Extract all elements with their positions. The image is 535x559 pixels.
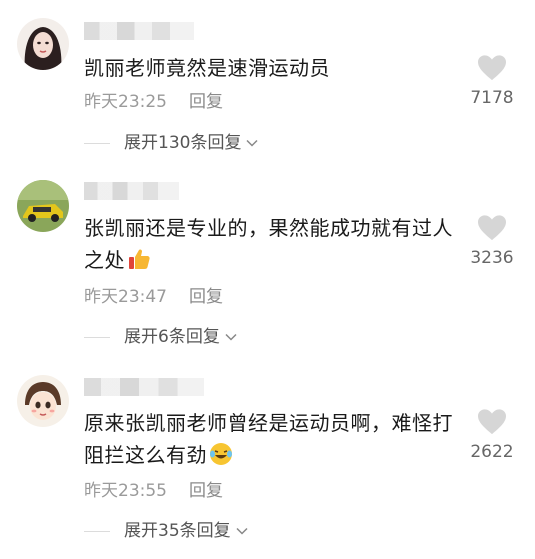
username-blurred[interactable] <box>84 378 204 396</box>
avatar[interactable] <box>17 180 69 232</box>
divider <box>84 336 110 338</box>
divider <box>84 142 110 144</box>
like-count: 7178 <box>470 88 514 108</box>
comment-time: 昨天23:55 <box>84 481 167 501</box>
comment-text: 原来张凯丽老师曾经是运动员啊，难怪打阻拦这么有劲 <box>84 407 464 471</box>
expand-replies-label: 展开6条回复 <box>124 327 220 347</box>
reply-button[interactable]: 回复 <box>189 92 223 112</box>
avatar[interactable] <box>17 18 69 70</box>
expand-replies-label: 展开130条回复 <box>124 133 242 153</box>
heart-icon <box>478 215 506 241</box>
reply-button[interactable]: 回复 <box>189 287 223 307</box>
comment-meta: 昨天23:47 回复 <box>84 287 223 307</box>
heart-icon <box>478 409 506 435</box>
reply-button[interactable]: 回复 <box>189 481 223 501</box>
comment-time: 昨天23:25 <box>84 92 167 112</box>
like-button[interactable]: 7178 <box>467 54 517 108</box>
avatar[interactable] <box>17 375 69 427</box>
expand-replies-label: 展开35条回复 <box>124 521 231 541</box>
heart-icon <box>478 55 506 81</box>
like-count: 2622 <box>470 442 514 462</box>
chevron-down-icon <box>236 527 248 535</box>
expand-replies-button[interactable]: 展开130条回复 <box>84 133 259 153</box>
laughing-tears-icon <box>210 443 232 465</box>
comment-text: 张凯丽还是专业的，果然能成功就有过人之处 <box>84 212 464 276</box>
expand-replies-button[interactable]: 展开6条回复 <box>84 327 238 347</box>
expand-replies-button[interactable]: 展开35条回复 <box>84 521 249 541</box>
comment-text: 凯丽老师竟然是速滑运动员 <box>84 56 330 80</box>
thumbs-up-icon <box>129 249 150 269</box>
like-count: 3236 <box>470 248 514 268</box>
chevron-down-icon <box>246 139 258 147</box>
like-button[interactable]: 2622 <box>467 408 517 462</box>
comment-text-content: 原来张凯丽老师曾经是运动员啊，难怪打阻拦这么有劲 <box>84 411 453 467</box>
comment-time: 昨天23:47 <box>84 287 167 307</box>
chevron-down-icon <box>225 333 237 341</box>
comment-meta: 昨天23:25 回复 <box>84 92 223 112</box>
comment-meta: 昨天23:55 回复 <box>84 481 223 501</box>
divider <box>84 530 110 532</box>
username-blurred[interactable] <box>84 182 179 200</box>
like-button[interactable]: 3236 <box>467 214 517 268</box>
username-blurred[interactable] <box>84 22 194 40</box>
